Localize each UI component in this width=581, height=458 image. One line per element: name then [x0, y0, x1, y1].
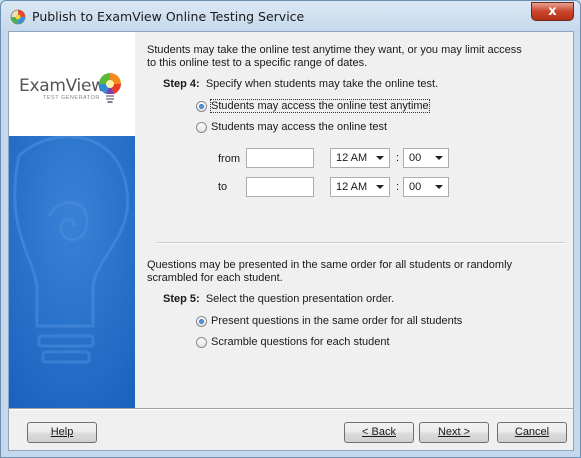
from-time-colon: :	[396, 152, 400, 164]
from-label: from	[218, 153, 240, 165]
from-minute-select[interactable]: 00	[403, 148, 449, 168]
radio-order-scramble-label[interactable]: Scramble questions for each student	[211, 336, 390, 348]
order-description-line1: Questions may be presented in the same o…	[147, 259, 513, 271]
from-hour-value: 12 AM	[336, 152, 368, 164]
back-button[interactable]: < Back	[344, 422, 414, 443]
radio-access-anytime[interactable]	[196, 101, 207, 112]
back-button-label: < Back	[362, 426, 396, 438]
logo-area: ExamView TEST GENERATOR	[9, 32, 135, 136]
from-date-field[interactable]	[246, 148, 314, 168]
from-minute-value: 00	[409, 152, 422, 164]
radio-access-limited[interactable]	[196, 122, 207, 133]
radio-order-same-label[interactable]: Present questions in the same order for …	[211, 315, 462, 327]
logo-subtitle: TEST GENERATOR	[43, 95, 100, 101]
step5-heading: Step 5: Select the question presentation…	[163, 293, 394, 305]
radio-order-scramble[interactable]	[196, 337, 207, 348]
close-button[interactable]: x	[531, 2, 574, 21]
lightbulb-watermark-icon	[9, 136, 135, 408]
help-button[interactable]: Help	[27, 422, 97, 443]
cancel-button-label: Cancel	[514, 426, 550, 438]
to-date-field[interactable]	[246, 177, 314, 197]
title-bar[interactable]: Publish to ExamView Online Testing Servi…	[1, 1, 580, 31]
dialog-body: ExamView TEST GENERATOR Students may tak…	[8, 31, 574, 451]
app-icon	[10, 9, 26, 25]
dialog-window: Publish to ExamView Online Testing Servi…	[0, 0, 581, 458]
chevron-down-icon	[376, 156, 384, 160]
access-description-line2: to this online test to a specific range …	[147, 57, 368, 69]
footer-divider	[9, 408, 573, 410]
to-hour-select[interactable]: 12 AM	[330, 177, 390, 197]
radio-access-limited-label[interactable]: Students may access the online test	[211, 121, 387, 133]
radio-order-same[interactable]	[196, 316, 207, 327]
step4-heading: Step 4: Specify when students may take t…	[163, 78, 438, 90]
logo-text: ExamView	[19, 76, 105, 96]
access-description-line1: Students may take the online test anytim…	[147, 44, 522, 56]
step4-text: Specify when students may take the onlin…	[205, 78, 439, 90]
help-button-label: Help	[50, 426, 74, 438]
step4-label: Step 4:	[163, 78, 200, 90]
next-button-label: Next >	[437, 426, 471, 438]
radio-access-anytime-label[interactable]: Students may access the online test anyt…	[210, 99, 430, 113]
chevron-down-icon	[435, 185, 443, 189]
from-hour-select[interactable]: 12 AM	[330, 148, 390, 168]
step5-text: Select the question presentation order.	[205, 293, 395, 305]
wizard-content: Students may take the online test anytim…	[147, 32, 565, 408]
side-banner: ExamView TEST GENERATOR	[9, 32, 135, 408]
lightbulb-logo-icon	[99, 73, 121, 103]
to-minute-select[interactable]: 00	[403, 177, 449, 197]
window-title: Publish to ExamView Online Testing Servi…	[32, 9, 305, 24]
order-description-line2: scrambled for each student.	[147, 272, 283, 284]
chevron-down-icon	[376, 185, 384, 189]
section-divider	[157, 242, 565, 244]
next-button[interactable]: Next >	[419, 422, 489, 443]
to-label: to	[218, 181, 228, 193]
step5-label: Step 5:	[163, 293, 200, 305]
cancel-button[interactable]: Cancel	[497, 422, 567, 443]
to-time-colon: :	[396, 181, 400, 193]
to-minute-value: 00	[409, 181, 422, 193]
decorative-blue-panel	[9, 136, 135, 408]
chevron-down-icon	[435, 156, 443, 160]
to-hour-value: 12 AM	[336, 181, 368, 193]
close-icon: x	[548, 4, 557, 19]
